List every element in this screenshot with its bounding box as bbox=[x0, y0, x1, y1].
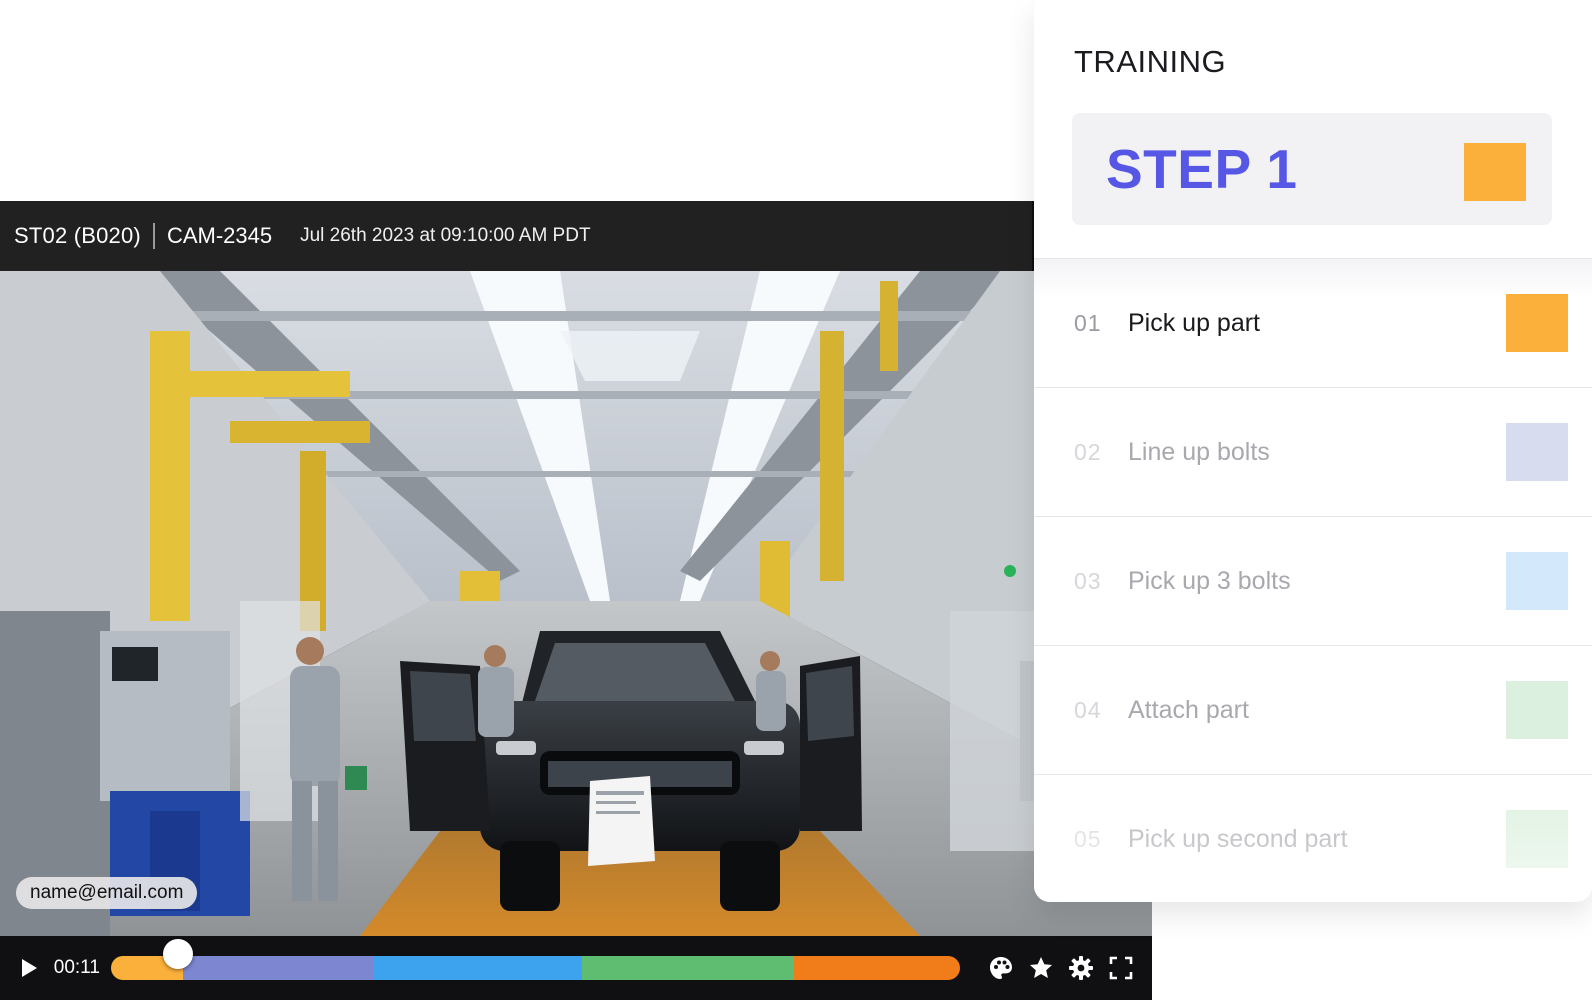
step-name: Pick up 3 bolts bbox=[1128, 566, 1291, 595]
step-color-swatch bbox=[1506, 294, 1568, 352]
step-color-swatch bbox=[1506, 810, 1568, 868]
fullscreen-button[interactable] bbox=[1108, 955, 1134, 981]
user-email-badge: name@email.com bbox=[16, 877, 198, 909]
step-row-04[interactable]: 04 Attach part bbox=[1034, 645, 1592, 774]
header-divider bbox=[152, 223, 155, 249]
timeline-knob[interactable] bbox=[162, 939, 193, 969]
step-row-05[interactable]: 05 Pick up second part bbox=[1034, 774, 1592, 903]
current-time: 00:11 bbox=[53, 957, 100, 978]
step-row-01[interactable]: 01 Pick up part bbox=[1034, 258, 1592, 387]
step-number: 02 bbox=[1074, 438, 1102, 465]
step-color-swatch bbox=[1506, 423, 1568, 481]
step-row-03[interactable]: 03 Pick up 3 bolts bbox=[1034, 516, 1592, 645]
timeline-scrubber[interactable] bbox=[111, 956, 960, 980]
step-color-swatch bbox=[1506, 681, 1568, 739]
training-panel: TRAINING STEP 1 01 Pick up part 02 Line up … bbox=[1034, 0, 1592, 902]
step-name: Attach part bbox=[1128, 695, 1249, 724]
palette-icon bbox=[990, 957, 1012, 979]
step-name: Pick up second part bbox=[1128, 824, 1348, 853]
player-header: ST02 (B020) CAM-2345 Jul 26th 2023 at 09… bbox=[0, 201, 1032, 271]
step-number: 01 bbox=[1074, 309, 1102, 336]
step-name: Pick up part bbox=[1128, 308, 1261, 337]
gear-icon bbox=[1069, 956, 1093, 980]
video-timestamp: Jul 26th 2023 at 09:10:00 AM PDT bbox=[300, 225, 591, 246]
step-name: Line up bolts bbox=[1128, 437, 1270, 466]
current-step-card: STEP 1 bbox=[1072, 113, 1552, 225]
factory-scene-image bbox=[0, 271, 1152, 936]
timeline-segment bbox=[582, 956, 795, 980]
step-color-swatch bbox=[1506, 552, 1568, 610]
favorite-button[interactable] bbox=[1028, 955, 1054, 981]
step-row-02[interactable]: 02 Line up bolts bbox=[1034, 387, 1592, 516]
video-player[interactable]: ST02 (B020) CAM-2345 Jul 26th 2023 at 09… bbox=[0, 201, 1152, 1000]
step-number: 03 bbox=[1074, 567, 1102, 594]
play-button[interactable] bbox=[18, 957, 40, 979]
star-icon bbox=[1030, 957, 1052, 978]
play-icon bbox=[21, 959, 37, 977]
palette-button[interactable] bbox=[988, 955, 1014, 981]
panel-title: TRAINING bbox=[1074, 44, 1227, 79]
step-list: 01 Pick up part 02 Line up bolts 03 Pick up 3… bbox=[1034, 258, 1592, 903]
current-step-label: STEP 1 bbox=[1106, 138, 1298, 200]
camera-id: CAM-2345 bbox=[166, 223, 273, 248]
station-id: ST02 (B020) bbox=[14, 223, 141, 248]
current-step-color-swatch bbox=[1464, 143, 1526, 201]
fullscreen-icon bbox=[1109, 956, 1133, 980]
step-number: 05 bbox=[1074, 825, 1102, 852]
settings-button[interactable] bbox=[1068, 955, 1094, 981]
timeline-segment bbox=[183, 956, 375, 980]
timeline-segment bbox=[794, 956, 960, 980]
step-number: 04 bbox=[1074, 696, 1102, 723]
timeline-segment bbox=[374, 956, 583, 980]
video-frame[interactable] bbox=[0, 271, 1152, 936]
